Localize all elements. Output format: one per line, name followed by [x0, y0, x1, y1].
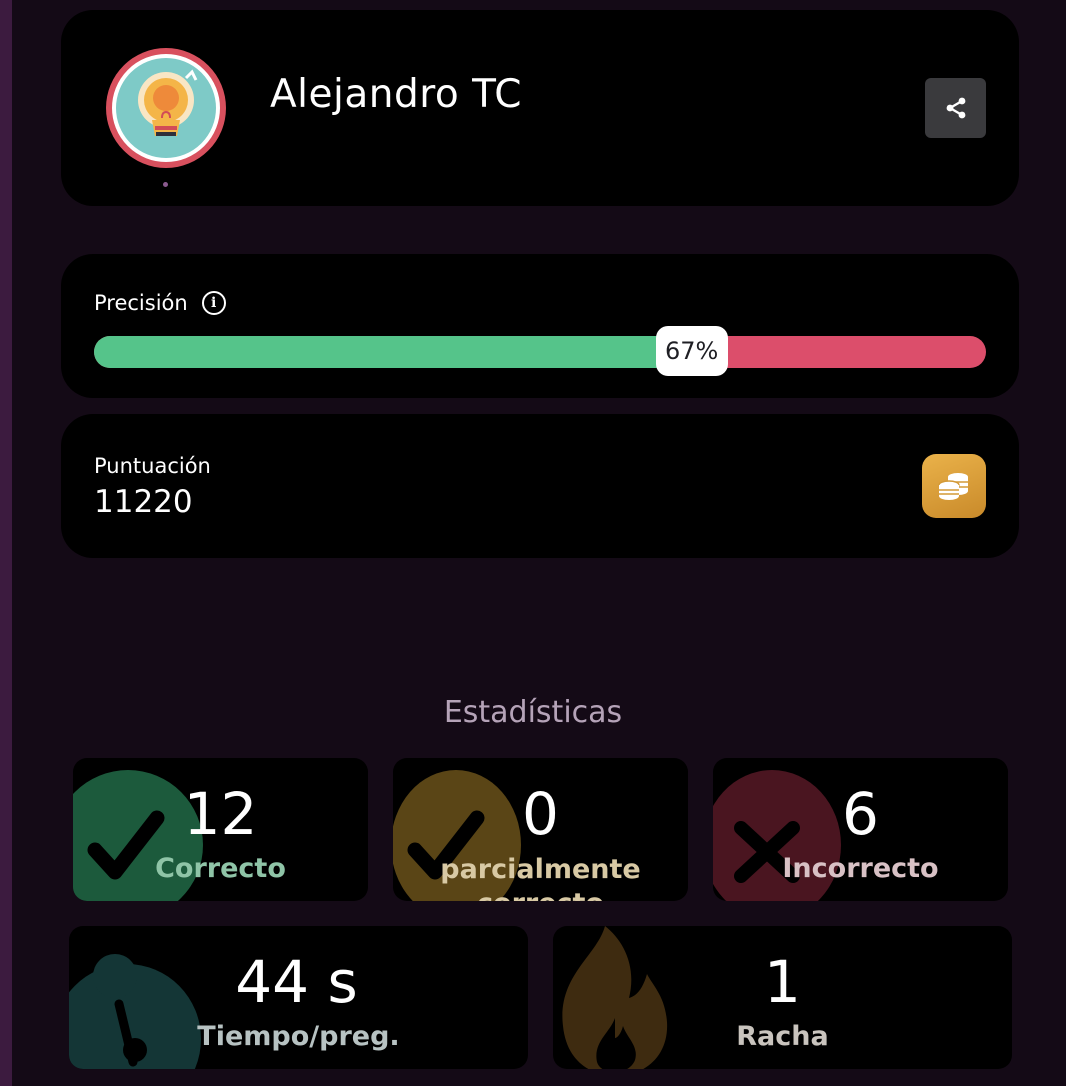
profile-card: Alejandro TC: [61, 10, 1019, 206]
incorrect-count: 6: [842, 780, 879, 848]
accuracy-bar-fill: [94, 336, 692, 368]
stat-time-per-question: 44 s Tiempo/preg.: [69, 926, 528, 1069]
score-label: Puntuación: [94, 454, 211, 478]
left-edge-strip: [0, 0, 12, 1086]
info-icon[interactable]: i: [201, 291, 226, 315]
avatar-status-dot: [163, 182, 168, 187]
avatar: [106, 48, 226, 168]
share-button[interactable]: [925, 78, 986, 138]
user-name: Alejandro TC: [270, 72, 522, 117]
score-value: 11220: [94, 484, 193, 520]
accuracy-label: Precisión: [94, 291, 188, 315]
incorrect-label: Incorrecto: [782, 853, 939, 884]
stat-partially-correct: 0 parcialmente correcto: [393, 758, 688, 901]
stat-incorrect: 6 Incorrecto: [713, 758, 1008, 901]
stats-title: Estadísticas: [443, 695, 623, 730]
coins-icon: [922, 454, 986, 518]
accuracy-card: Precisión i 67%: [61, 254, 1019, 398]
time-value: 44 s: [235, 948, 358, 1016]
accuracy-percent-badge: 67%: [655, 326, 728, 376]
accuracy-header: Precisión i: [94, 291, 226, 315]
accuracy-bar: [94, 336, 986, 368]
partial-label: parcialmente correcto: [440, 854, 641, 901]
score-card: Puntuación 11220: [61, 414, 1019, 558]
partial-count: 0: [522, 780, 559, 848]
stat-correct: 12 Correcto: [73, 758, 368, 901]
share-icon: [946, 97, 965, 119]
time-label: Tiempo/preg.: [197, 1021, 400, 1052]
lightbulb-icon: [112, 54, 220, 162]
correct-count: 12: [183, 780, 258, 848]
streak-value: 1: [764, 948, 801, 1016]
correct-label: Correcto: [155, 853, 286, 884]
streak-label: Racha: [736, 1021, 829, 1052]
stat-streak: 1 Racha: [553, 926, 1012, 1069]
